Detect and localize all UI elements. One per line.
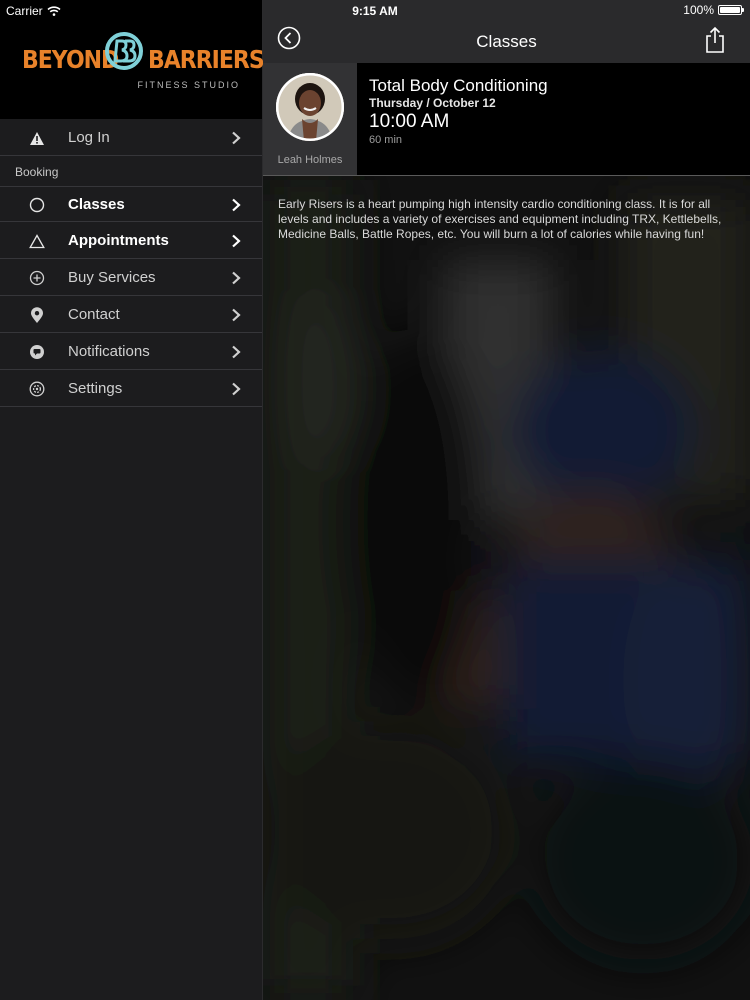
sidebar-item-label: Contact	[68, 306, 120, 323]
class-duration: 60 min	[369, 134, 403, 146]
sidebar-item-label: Buy Services	[68, 269, 156, 286]
sidebar-item-label: Notifications	[68, 343, 150, 360]
page-title: Classes	[476, 32, 537, 51]
sidebar-item-settings[interactable]: Settings	[0, 371, 262, 407]
sidebar-item-notifications[interactable]: Notifications	[0, 334, 262, 370]
class-header-card: Leah Holmes Total Body Conditioning Thur…	[263, 63, 750, 176]
chevron-right-icon	[232, 382, 241, 396]
sidebar-item-contact[interactable]: Contact	[0, 297, 262, 333]
sidebar-item-label: Settings	[68, 380, 123, 397]
sidebar-item-label: Classes	[68, 196, 125, 213]
logo-tagline: FITNESS STUDIO	[137, 80, 240, 90]
triangle-icon	[28, 232, 46, 250]
sidebar-item-log-in[interactable]: Log In	[0, 120, 262, 156]
sidebar: BEYOND BARRIERS FITNESS STUDIO Log In Bo…	[0, 0, 265, 1000]
instructor-box[interactable]: Leah Holmes	[263, 63, 357, 176]
class-date: Thursday / October 12	[369, 96, 496, 110]
plus-circle-icon	[28, 269, 46, 287]
sidebar-item-buy-services[interactable]: Buy Services	[0, 260, 262, 296]
logo-mark-icon	[105, 32, 143, 70]
avatar	[276, 73, 344, 141]
instructor-name: Leah Holmes	[277, 154, 343, 166]
gear-icon	[28, 380, 46, 398]
share-icon[interactable]	[704, 26, 726, 54]
warning-icon	[28, 129, 46, 147]
sidebar-item-classes[interactable]: Classes	[0, 186, 262, 222]
logo-area: BEYOND BARRIERS FITNESS STUDIO	[0, 0, 265, 119]
section-header-booking: Booking	[15, 165, 59, 179]
chevron-right-icon	[232, 308, 241, 322]
chevron-right-icon	[232, 131, 241, 145]
navigation-bar: Classes	[263, 0, 750, 63]
studio-logo: BEYOND BARRIERS FITNESS STUDIO	[22, 30, 265, 92]
circle-icon	[28, 196, 46, 214]
location-pin-icon	[28, 306, 46, 324]
sidebar-item-label: Appointments	[68, 232, 169, 249]
class-info: Total Body Conditioning Thursday / Octob…	[357, 63, 750, 176]
logo-word-right: BARRIERS	[148, 46, 265, 75]
chevron-right-icon	[232, 271, 241, 285]
chevron-right-icon	[232, 234, 241, 248]
class-name: Total Body Conditioning	[369, 76, 548, 95]
chevron-right-icon	[232, 345, 241, 359]
app-window: Carrier 9:15 AM 100% BEYOND BARRIERS FIT…	[0, 0, 750, 1000]
class-time: 10:00 AM	[369, 111, 450, 132]
sidebar-item-label: Log In	[68, 129, 110, 146]
class-description: Early Risers is a heart pumping high int…	[278, 197, 722, 241]
chevron-right-icon	[232, 198, 241, 212]
chat-bubble-icon	[28, 343, 46, 361]
sidebar-item-appointments[interactable]: Appointments	[0, 223, 262, 259]
divider	[263, 175, 750, 176]
main-panel: Classes Leah Holmes Total Body Condition…	[263, 0, 750, 1000]
